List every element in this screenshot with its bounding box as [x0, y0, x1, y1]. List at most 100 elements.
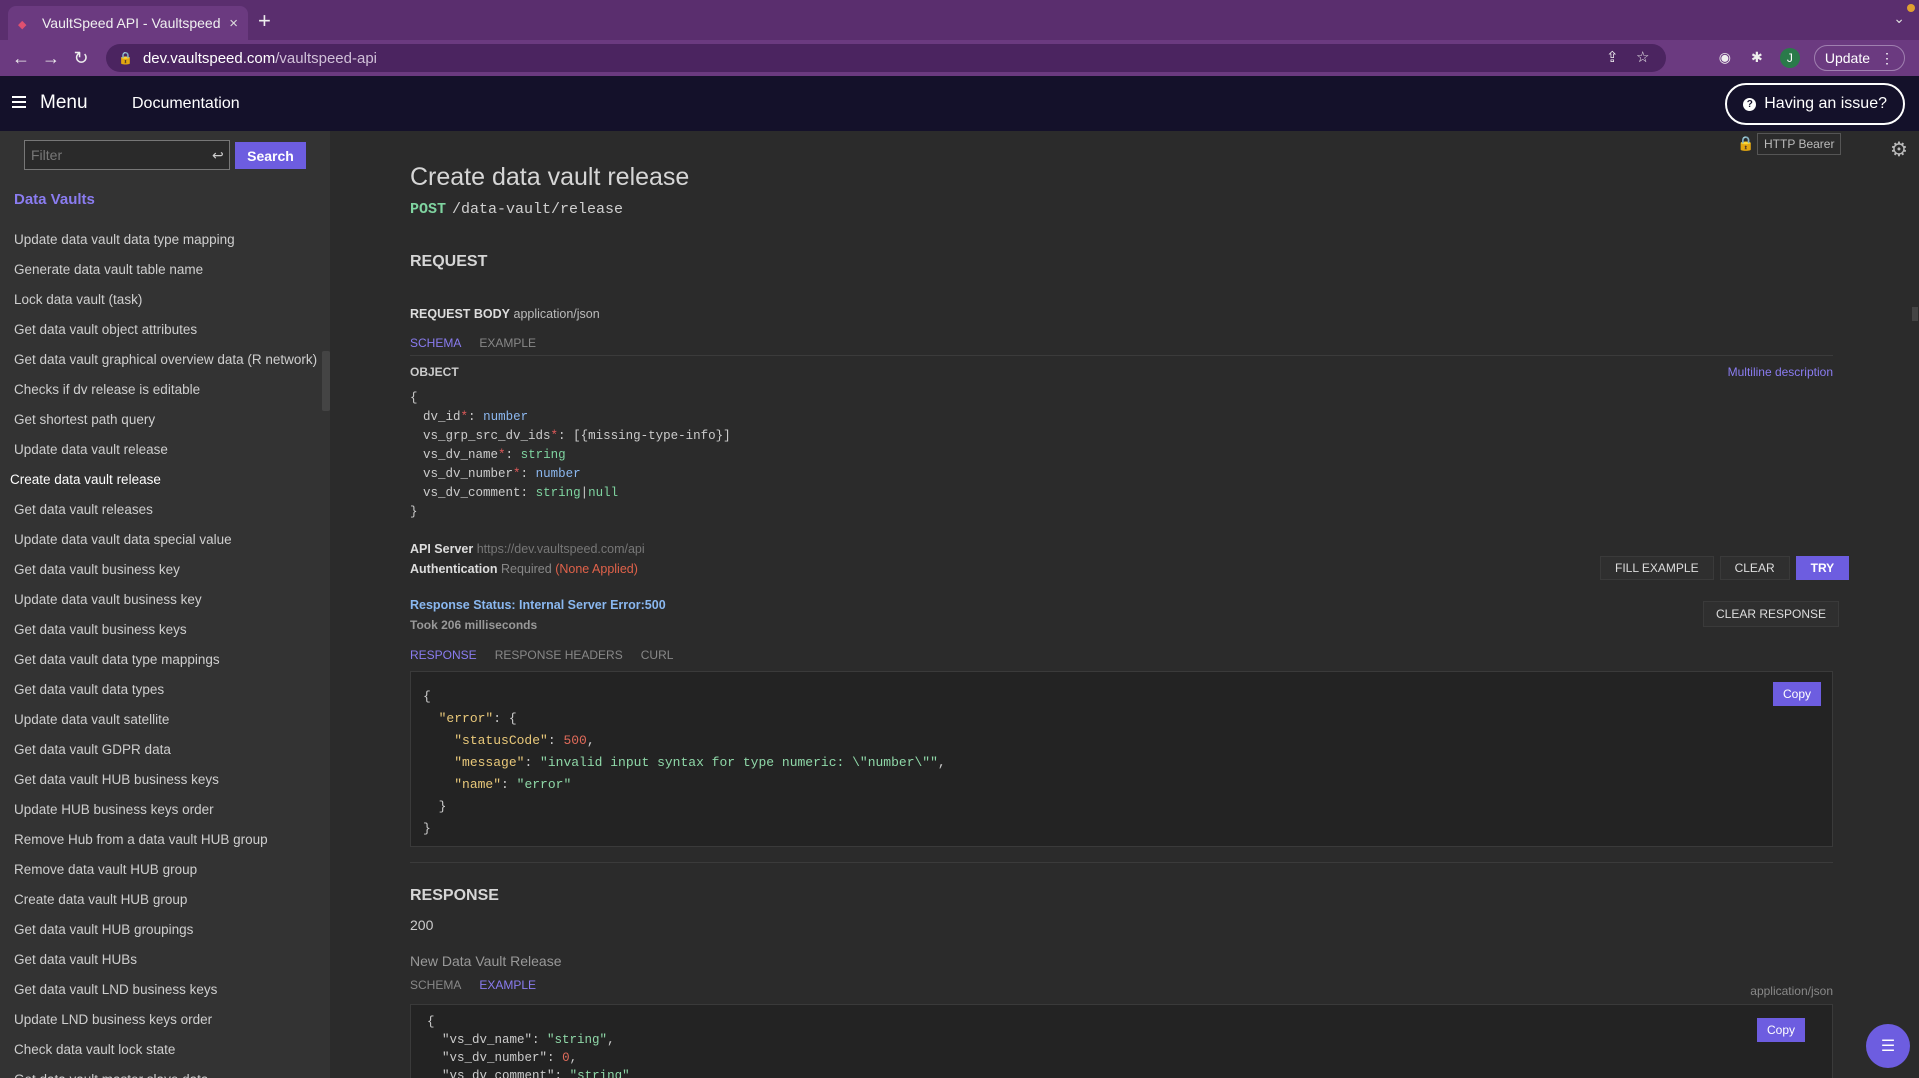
schema-close-brace: } [410, 505, 418, 519]
profile-avatar[interactable]: J [1779, 48, 1800, 68]
sidebar-item[interactable]: Get data vault master slave data [0, 1065, 320, 1078]
having-issue-label: Having an issue? [1764, 95, 1887, 112]
bookmark-star-icon[interactable]: ☆ [1636, 48, 1649, 66]
sidebar-item[interactable]: Check data vault lock state [0, 1035, 320, 1065]
forward-arrow-icon[interactable]: → [36, 48, 66, 69]
chat-widget-button[interactable]: ☰ [1866, 1024, 1910, 1068]
sidebar-item[interactable]: Checks if dv release is editable [0, 375, 320, 405]
schema-field-vs-grp-src-dv-ids: vs_grp_src_dv_ids*: [{missing-type-info}… [423, 429, 731, 443]
sidebar-item[interactable]: Get shortest path query [0, 405, 320, 435]
sidebar-item[interactable]: Update data vault release [0, 435, 320, 465]
sidebar-item[interactable]: Get data vault LND business keys [0, 975, 320, 1005]
sidebar-scrollbar[interactable] [322, 351, 330, 411]
sidebar-item[interactable]: Get data vault business keys [0, 615, 320, 645]
search-button[interactable]: Search [235, 142, 306, 169]
tab-response-schema[interactable]: SCHEMA [410, 978, 461, 992]
tab-response[interactable]: RESPONSE [410, 648, 477, 662]
tab-schema[interactable]: SCHEMA [410, 336, 461, 350]
sidebar-item[interactable]: Get data vault data type mappings [0, 645, 320, 675]
sidebar-endpoint-list: Update data vault data type mapping Gener… [0, 225, 320, 1078]
schema-field-vs-dv-name: vs_dv_name*: string [423, 448, 566, 462]
close-tab-icon[interactable]: × [229, 15, 238, 32]
endpoint-url: /data-vault/release [452, 201, 624, 218]
sidebar-item[interactable]: Get data vault object attributes [0, 315, 320, 345]
padlock-icon: 🔒 [1737, 135, 1755, 151]
response-time: Took 206 milliseconds [410, 618, 538, 632]
address-bar[interactable]: 🔒 dev.vaultspeed.com/vaultspeed-api ⇪ ☆ [106, 44, 1666, 72]
sidebar-item[interactable]: Update data vault data type mapping [0, 225, 320, 255]
kebab-menu-icon: ⋮ [1880, 49, 1894, 66]
copy-response-button[interactable]: Copy [1773, 682, 1822, 706]
hamburger-menu-icon[interactable] [12, 96, 26, 108]
sidebar-item[interactable]: Create data vault release [0, 465, 320, 495]
tab-example[interactable]: EXAMPLE [479, 336, 536, 350]
back-arrow-icon[interactable]: ← [6, 48, 36, 69]
sidebar-item[interactable]: Get data vault graphical overview data (… [0, 345, 320, 375]
sidebar-item[interactable]: Remove Hub from a data vault HUB group [0, 825, 320, 855]
sidebar-item[interactable]: Remove data vault HUB group [0, 855, 320, 885]
schema-field-vs-dv-comment: vs_dv_comment: string|null [423, 486, 619, 500]
sidebar-item[interactable]: Update data vault business key [0, 585, 320, 615]
extensions-puzzle-icon[interactable]: ✱ [1748, 49, 1766, 67]
question-circle-icon: ? [1743, 97, 1757, 111]
copy-example-button[interactable]: Copy [1757, 1018, 1806, 1042]
response-heading: RESPONSE [410, 887, 499, 904]
response-tabs: RESPONSE RESPONSE HEADERS CURL [410, 648, 673, 662]
chat-icon: ☰ [1880, 1038, 1896, 1055]
main-content: 🔒 HTTP Bearer ⚙ Create data vault releas… [330, 131, 1919, 1078]
sidebar-item[interactable]: Get data vault HUB groupings [0, 915, 320, 945]
tab-response-example[interactable]: EXAMPLE [479, 978, 536, 992]
sidebar-item[interactable]: Lock data vault (task) [0, 285, 320, 315]
filter-field[interactable]: ↩ [24, 140, 230, 170]
filter-input[interactable] [25, 141, 212, 169]
clear-response-button[interactable]: CLEAR RESPONSE [1703, 601, 1840, 627]
sidebar-item[interactable]: Get data vault business key [0, 555, 320, 585]
browser-tab-title: VaultSpeed API - Vaultspeed [42, 15, 221, 31]
sidebar-item[interactable]: Get data vault HUBs [0, 945, 320, 975]
multiline-description-link[interactable]: Multiline description [1721, 365, 1833, 379]
sidebar-item[interactable]: Get data vault data types [0, 675, 320, 705]
sidebar-item[interactable]: Update data vault satellite [0, 705, 320, 735]
schema-tree: { dv_id*: number vs_grp_src_dv_ids*: [{m… [410, 389, 731, 522]
main-scrollbar[interactable] [1912, 307, 1918, 321]
sidebar-group-data-vaults[interactable]: Data Vaults [14, 191, 95, 208]
sidebar-item[interactable]: Get data vault GDPR data [0, 735, 320, 765]
lock-icon: 🔒 [118, 51, 133, 65]
app-header: Menu Documentation ? Having an issue? [0, 76, 1919, 131]
update-label: Update [1824, 50, 1870, 66]
having-issue-button[interactable]: ? Having an issue? [1725, 83, 1905, 125]
sidebar-item[interactable]: Update HUB business keys order [0, 795, 320, 825]
auth-none-applied: (None Applied) [555, 562, 638, 576]
sidebar-item[interactable]: Create data vault HUB group [0, 885, 320, 915]
url-path: /vaultspeed-api [275, 49, 377, 67]
auth-chip[interactable]: 🔒 HTTP Bearer [1737, 133, 1842, 155]
sidebar-item[interactable]: Update LND business keys order [0, 1005, 320, 1035]
divider [410, 862, 1833, 863]
reload-icon[interactable]: ↻ [66, 48, 96, 69]
browser-update-button[interactable]: Update ⋮ [1813, 45, 1905, 71]
object-label: OBJECT [410, 365, 459, 379]
authentication-line: Authentication Required (None Applied) [410, 562, 638, 576]
new-tab-button[interactable]: + [258, 8, 271, 34]
settings-gear-icon[interactable]: ⚙ [1890, 137, 1908, 162]
auth-label: Authentication [410, 562, 498, 576]
response-content-type: application/json [1750, 984, 1833, 998]
browser-tab[interactable]: ◆ VaultSpeed API - Vaultspeed × [8, 6, 248, 40]
menu-button[interactable]: Menu [40, 92, 88, 114]
screenshot-extension-icon[interactable]: ◉ [1716, 49, 1734, 67]
vaultspeed-favicon-icon: ◆ [18, 19, 27, 31]
clear-button[interactable]: CLEAR [1719, 556, 1790, 580]
sidebar-item[interactable]: Update data vault data special value [0, 525, 320, 555]
sidebar: ↩ Search Data Vaults Update data vault d… [0, 131, 330, 1078]
share-icon[interactable]: ⇪ [1606, 48, 1619, 66]
sidebar-item[interactable]: Get data vault HUB business keys [0, 765, 320, 795]
fill-example-button[interactable]: FILL EXAMPLE [1600, 556, 1714, 580]
sidebar-item[interactable]: Get data vault releases [0, 495, 320, 525]
sidebar-item[interactable]: Generate data vault table name [0, 255, 320, 285]
try-button[interactable]: TRY [1795, 556, 1850, 580]
tab-curl[interactable]: CURL [641, 648, 674, 662]
documentation-link[interactable]: Documentation [132, 95, 240, 113]
request-tabs: SCHEMA EXAMPLE [410, 336, 536, 350]
tab-response-headers[interactable]: RESPONSE HEADERS [495, 648, 623, 662]
tab-search-chevron-icon[interactable]: ⌄ [1893, 10, 1905, 27]
